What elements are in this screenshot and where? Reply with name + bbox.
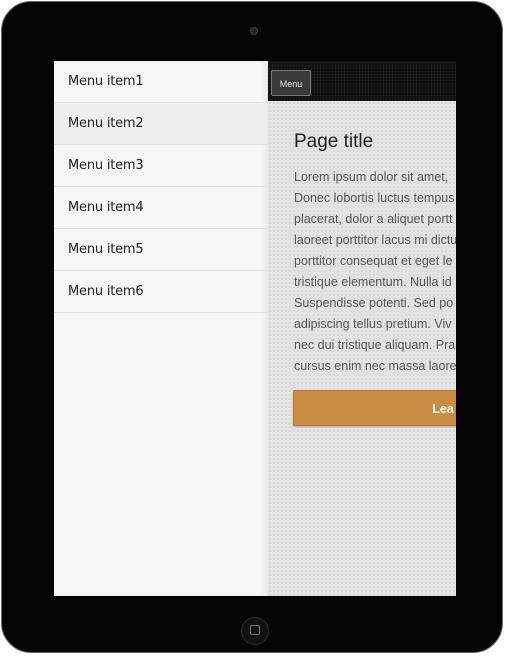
body-line: nec dui tristique aliquam. Pra <box>294 338 456 352</box>
body-line: adipiscing tellus pretium. Viv <box>294 317 452 331</box>
home-square-icon <box>250 625 260 635</box>
main-content: Menu Page title Lorem ipsum dolor sit am… <box>268 61 456 596</box>
tablet-device: Menu item1 Menu item2 Menu item3 Menu it… <box>1 1 503 653</box>
body-line: tristique elementum. Nulla id <box>294 275 452 289</box>
body-line: placerat, dolor a aliquet portt <box>294 212 453 226</box>
body-line: cursus enim nec massa laore <box>294 359 456 373</box>
home-button-icon[interactable] <box>241 617 269 645</box>
camera-icon <box>250 27 258 35</box>
body-text: Lorem ipsum dolor sit amet, Donec lobort… <box>294 167 456 377</box>
body-line: porttitor consequat et eget le <box>294 254 453 268</box>
menu-list: Menu item1 Menu item2 Menu item3 Menu it… <box>54 61 267 313</box>
body-line: Donec lobortis luctus tempus <box>294 191 455 205</box>
menu-item-6[interactable]: Menu item6 <box>54 271 267 313</box>
top-bar: Menu <box>268 61 456 101</box>
side-menu: Menu item1 Menu item2 Menu item3 Menu it… <box>54 61 268 596</box>
body-line: Suspendisse potenti. Sed po <box>294 296 454 310</box>
menu-item-2[interactable]: Menu item2 <box>54 103 267 145</box>
menu-item-4[interactable]: Menu item4 <box>54 187 267 229</box>
body-line: laoreet porttitor lacus mi dictu <box>294 233 456 247</box>
menu-toggle-button[interactable]: Menu <box>271 70 311 96</box>
learn-more-button[interactable]: Lea <box>293 390 456 426</box>
page-title: Page title <box>294 131 374 152</box>
menu-item-3[interactable]: Menu item3 <box>54 145 267 187</box>
menu-item-5[interactable]: Menu item5 <box>54 229 267 271</box>
menu-item-1[interactable]: Menu item1 <box>54 61 267 103</box>
screen: Menu item1 Menu item2 Menu item3 Menu it… <box>54 61 456 596</box>
body-line: Lorem ipsum dolor sit amet, <box>294 170 449 184</box>
